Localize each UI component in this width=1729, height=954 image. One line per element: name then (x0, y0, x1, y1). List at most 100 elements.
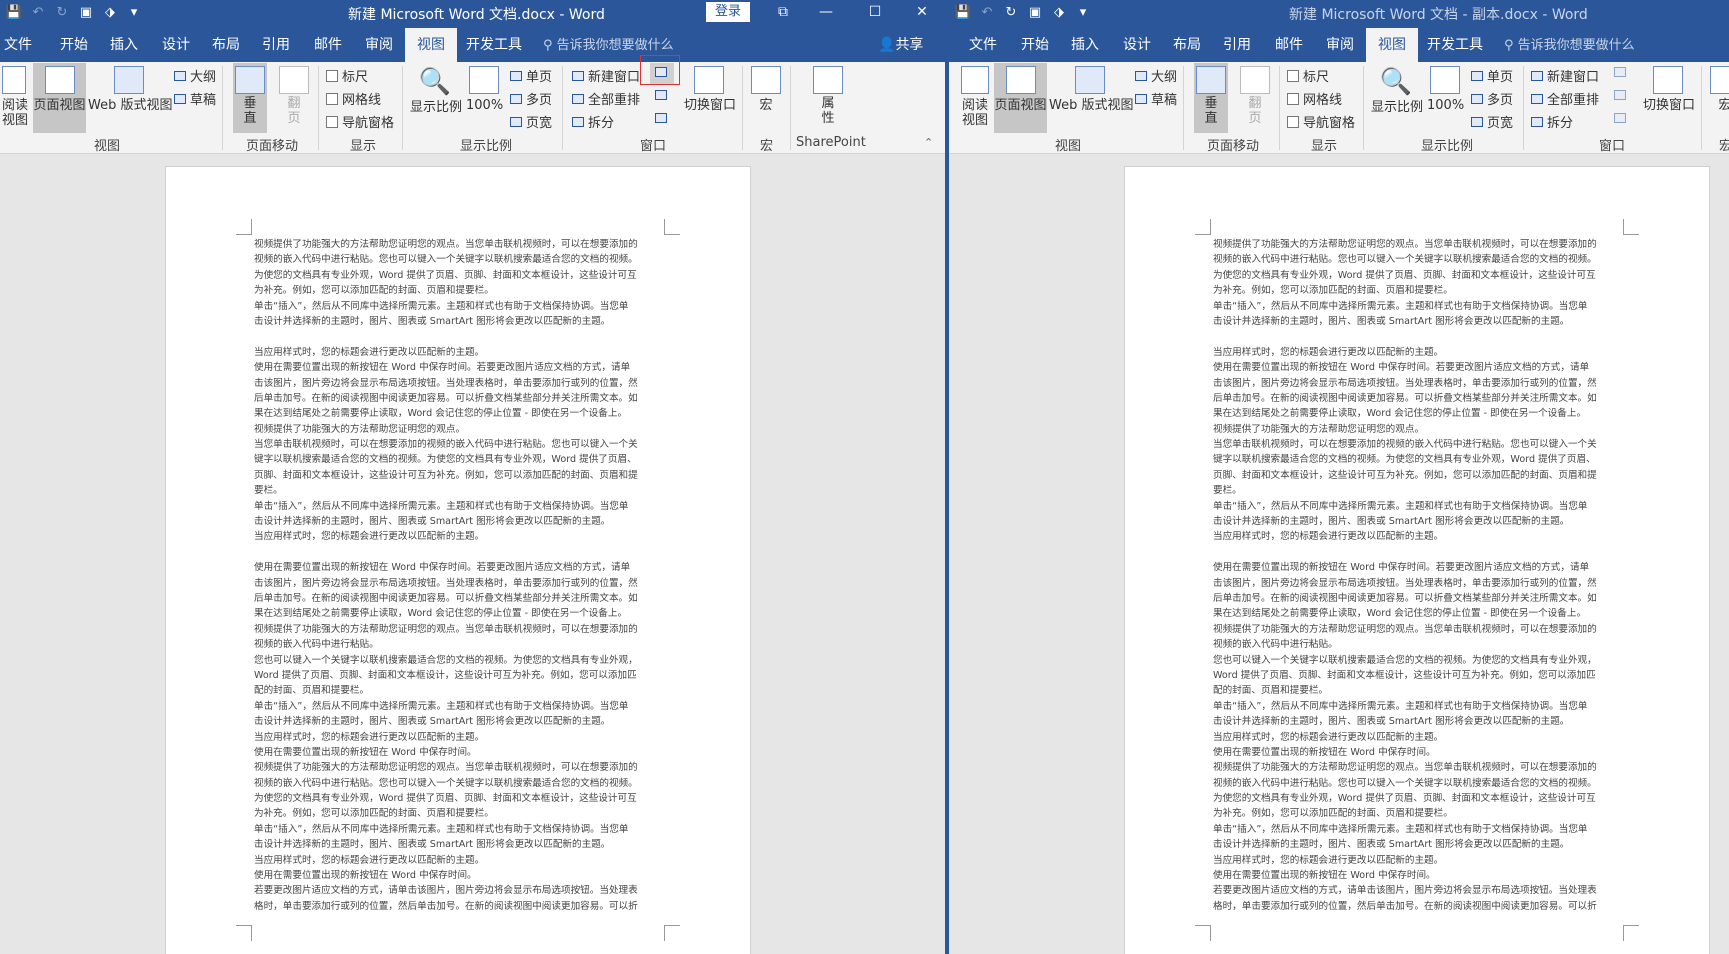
tab-references[interactable]: 引用 (1223, 34, 1251, 54)
collapse-ribbon-icon[interactable]: ⌃ (924, 136, 933, 149)
undo-icon[interactable]: ↶ (977, 2, 997, 22)
read-mode-button[interactable]: 阅读 视图 (961, 66, 989, 128)
vertical-button[interactable]: 垂 直 (235, 66, 265, 126)
tab-mailings[interactable]: 邮件 (1275, 34, 1303, 54)
tab-home[interactable]: 开始 (60, 34, 88, 54)
macros-button[interactable]: 宏 (748, 66, 784, 113)
view-side-by-side-button[interactable] (1614, 66, 1626, 81)
nav-pane-checkbox[interactable]: 导航窗格 (1287, 112, 1355, 131)
login-button[interactable]: 登录 (706, 2, 750, 22)
switch-windows-button[interactable]: 切换窗口 (1643, 66, 1695, 113)
sync-scroll-button[interactable] (655, 89, 667, 104)
ruler-checkbox[interactable]: 标尺 (1287, 66, 1329, 85)
tab-developer[interactable]: 开发工具 (1427, 34, 1483, 54)
new-window-button[interactable]: 新建窗口 (1531, 66, 1599, 85)
tell-me-box[interactable]: ⚲ 告诉我你想要做什么 (543, 34, 674, 53)
save-icon[interactable]: 💾 (953, 2, 973, 22)
split-button[interactable]: 拆分 (1531, 112, 1573, 131)
arrange-all-button[interactable]: 全部重排 (572, 89, 640, 108)
nav-pane-label: 导航窗格 (1303, 116, 1356, 131)
one-page-button[interactable]: 单页 (1471, 66, 1513, 85)
close-icon[interactable]: ✕ (902, 0, 942, 24)
new-window-button[interactable]: 新建窗口 (572, 66, 640, 85)
side-to-side-button[interactable]: 翻 页 (1240, 66, 1270, 126)
side-to-side-button[interactable]: 翻 页 (279, 66, 309, 126)
gridlines-checkbox[interactable]: 网格线 (326, 89, 381, 108)
checkbox-icon (1287, 116, 1299, 128)
page-width-button[interactable]: 页宽 (1471, 112, 1513, 131)
maximize-icon[interactable]: ☐ (855, 0, 895, 24)
multi-page-icon (1471, 94, 1483, 104)
ruler-checkbox[interactable]: 标尺 (326, 66, 368, 85)
tab-design[interactable]: 设计 (162, 34, 190, 54)
tab-insert[interactable]: 插入 (1071, 34, 1099, 54)
draft-button[interactable]: 草稿 (174, 89, 216, 108)
zoom-100-button[interactable]: 100% (1427, 66, 1464, 113)
tab-design[interactable]: 设计 (1123, 34, 1151, 54)
vertical-button[interactable]: 垂 直 (1196, 66, 1226, 126)
split-button[interactable]: 拆分 (572, 112, 614, 131)
tab-references[interactable]: 引用 (262, 34, 290, 54)
customize-qat-icon[interactable]: ▾ (124, 2, 144, 22)
web-layout-button[interactable]: Web 版式视图 (88, 66, 172, 113)
touch-mode-icon[interactable]: ▣ (1025, 2, 1045, 22)
tab-layout[interactable]: 布局 (1173, 34, 1201, 54)
gridlines-checkbox[interactable]: 网格线 (1287, 89, 1342, 108)
outline-button[interactable]: 大纲 (1135, 66, 1177, 85)
one-page-button[interactable]: 单页 (510, 66, 552, 85)
document-line: 为补充。例如，您可以添加匹配的封面、页眉和提要栏。 (254, 808, 494, 820)
read-mode-button[interactable]: 阅读 视图 (2, 66, 28, 128)
nav-pane-checkbox[interactable]: 导航窗格 (326, 112, 394, 131)
format-painter-icon[interactable]: ⬗ (1049, 2, 1069, 22)
outline-button[interactable]: 大纲 (174, 66, 216, 85)
tab-insert[interactable]: 插入 (110, 34, 138, 54)
tab-review[interactable]: 审阅 (365, 34, 393, 54)
tab-view[interactable]: 视图 (405, 28, 457, 62)
document-body[interactable]: 视频提供了功能强大的方法帮助您证明您的观点。当您单击联机视频时，可以在想要添加的… (1213, 237, 1625, 914)
repeat-icon[interactable]: ↻ (1001, 2, 1021, 22)
save-icon[interactable]: 💾 (4, 2, 24, 22)
macros-button[interactable]: 宏 (1707, 66, 1729, 113)
document-line: 后单击加号。在新的阅读视图中阅读更加容易。可以折叠文档某些部分并关注所需文本。如 (254, 592, 638, 604)
document-body[interactable]: 视频提供了功能强大的方法帮助您证明您的观点。当您单击联机视频时，可以在想要添加的… (254, 237, 666, 914)
tab-view[interactable]: 视图 (1366, 28, 1418, 62)
zoom-button[interactable]: 🔍 显示比例 (1371, 66, 1423, 115)
reset-window-button[interactable] (1614, 112, 1626, 127)
tell-me-box[interactable]: ⚲ 告诉我你想要做什么 (1504, 34, 1635, 53)
customize-qat-icon[interactable]: ▾ (1073, 2, 1093, 22)
document-page[interactable]: 视频提供了功能强大的方法帮助您证明您的观点。当您单击联机视频时，可以在想要添加的… (165, 166, 751, 954)
switch-windows-button[interactable]: 切换窗口 (684, 66, 736, 113)
zoom-button[interactable]: 🔍 显示比例 (410, 66, 462, 115)
zoom-100-button[interactable]: 100% (466, 66, 503, 113)
tab-developer[interactable]: 开发工具 (466, 34, 522, 54)
tab-mailings[interactable]: 邮件 (314, 34, 342, 54)
print-layout-button[interactable]: 页面视图 (994, 66, 1047, 113)
sync-scroll-button[interactable] (1614, 89, 1626, 104)
multi-page-button[interactable]: 多页 (1471, 89, 1513, 108)
print-layout-button[interactable]: 页面视图 (33, 66, 86, 113)
draft-button[interactable]: 草稿 (1135, 89, 1177, 108)
minimize-icon[interactable]: — (806, 0, 846, 24)
zoom-100-icon (469, 66, 499, 94)
tab-home[interactable]: 开始 (1021, 34, 1049, 54)
arrange-all-button[interactable]: 全部重排 (1531, 89, 1599, 108)
format-painter-icon[interactable]: ⬗ (100, 2, 120, 22)
group-label-views: 视图 (94, 139, 121, 154)
document-page[interactable]: 视频提供了功能强大的方法帮助您证明您的观点。当您单击联机视频时，可以在想要添加的… (1124, 166, 1710, 954)
document-line: 为补充。例如，您可以添加匹配的封面、页眉和提要栏。 (254, 285, 494, 297)
restore-window-icon[interactable]: ⧉ (763, 0, 803, 24)
tab-file[interactable]: 文件 (4, 34, 32, 54)
properties-button[interactable]: 属 性 (810, 66, 846, 126)
document-line: 视频的嵌入代码中进行粘贴。您也可以键入一个关键字以联机搜索最适合您的文档的视频。 (254, 777, 638, 789)
undo-icon[interactable]: ↶ (28, 2, 48, 22)
page-width-button[interactable]: 页宽 (510, 112, 552, 131)
redo-icon[interactable]: ↻ (52, 2, 72, 22)
tab-file[interactable]: 文件 (969, 34, 997, 54)
share-button[interactable]: 👤共享 (878, 34, 923, 54)
tab-review[interactable]: 审阅 (1326, 34, 1354, 54)
web-layout-button[interactable]: Web 版式视图 (1049, 66, 1133, 113)
touch-mode-icon[interactable]: ▣ (76, 2, 96, 22)
multi-page-button[interactable]: 多页 (510, 89, 552, 108)
tab-layout[interactable]: 布局 (212, 34, 240, 54)
reset-window-button[interactable] (655, 112, 667, 127)
